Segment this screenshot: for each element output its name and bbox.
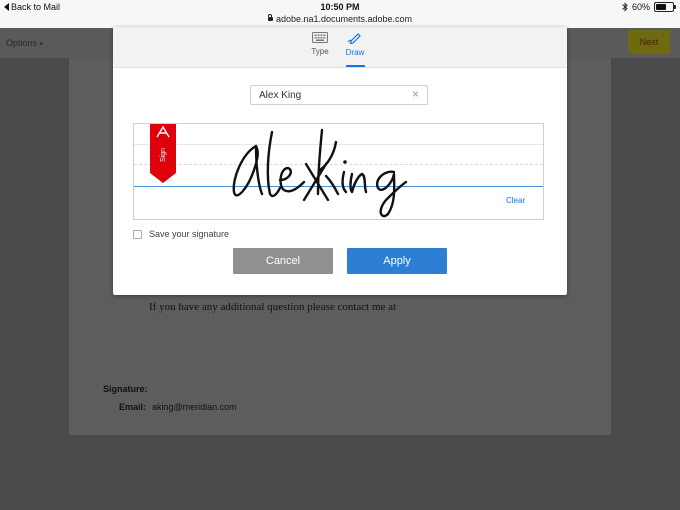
tab-type[interactable]: Type xyxy=(300,32,340,56)
bluetooth-icon xyxy=(622,2,628,12)
status-bar: Back to Mail 10:50 PM adobe.na1.document… xyxy=(0,0,680,28)
clock: 10:50 PM xyxy=(320,2,360,12)
ribbon-text: Sign xyxy=(160,148,167,162)
adobe-sign-ribbon: Sign xyxy=(150,124,176,183)
apply-button[interactable]: Apply xyxy=(347,248,447,274)
next-button[interactable]: Next xyxy=(628,30,670,54)
tab-draw[interactable]: Draw xyxy=(335,32,375,57)
lock-icon xyxy=(267,14,273,21)
contact-text: If you have any additional question plea… xyxy=(149,301,397,313)
battery-percent: 60% xyxy=(631,2,650,12)
caret-down-icon: ▾ xyxy=(39,41,44,48)
cancel-button[interactable]: Cancel xyxy=(233,248,333,274)
clear-signature-link[interactable]: Clear xyxy=(506,196,525,205)
signature-dialog: Type Draw × Sign xyxy=(113,27,567,295)
signature-draw-area[interactable]: Sign Clear xyxy=(133,123,544,220)
drawn-signature xyxy=(232,128,408,218)
status-right: 60% xyxy=(622,2,676,12)
save-signature-label: Save your signature xyxy=(149,229,230,239)
keyboard-icon xyxy=(312,32,328,43)
signer-name-input[interactable] xyxy=(250,85,428,105)
battery-level xyxy=(656,4,666,10)
email-value: aking@meridian.com xyxy=(152,402,237,412)
email-label: Email: xyxy=(119,402,147,412)
url-text: adobe.na1.documents.adobe.com xyxy=(275,14,413,24)
save-signature-checkbox[interactable] xyxy=(133,229,142,239)
active-tab-indicator xyxy=(346,65,365,67)
options-label: Options xyxy=(6,38,38,48)
tab-draw-label: Draw xyxy=(345,48,365,57)
clear-name-icon[interactable]: × xyxy=(412,87,419,101)
signature-mode-tabs: Type Draw xyxy=(113,27,567,68)
options-menu[interactable]: Options ▾ xyxy=(6,38,43,48)
signature-label: Signature: xyxy=(103,384,148,394)
save-signature-option[interactable]: Save your signature xyxy=(133,229,229,239)
pen-icon xyxy=(347,33,361,45)
tab-type-label: Type xyxy=(311,47,329,56)
url-bar[interactable]: adobe.na1.documents.adobe.com xyxy=(0,14,680,24)
battery-icon xyxy=(654,2,676,12)
